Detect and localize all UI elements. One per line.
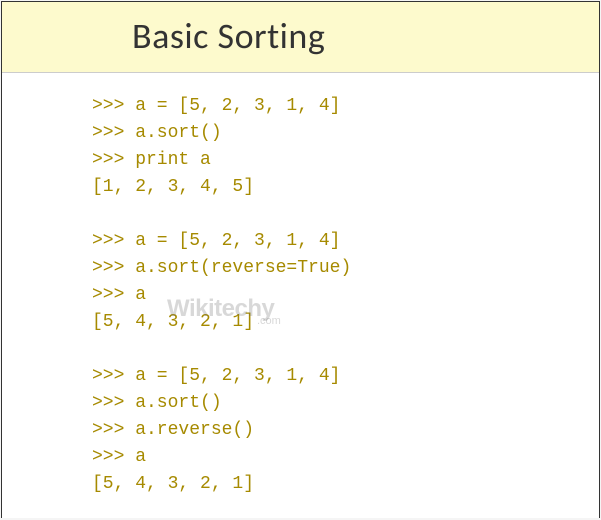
code-line: [5, 4, 3, 2, 1]: [92, 471, 599, 498]
slide-container: Basic Sorting Wikitechy .com >>> a = [5,…: [1, 1, 600, 518]
code-line: >>> a: [92, 444, 599, 471]
code-line: [5, 4, 3, 2, 1]: [92, 309, 599, 336]
blank-line: [92, 201, 599, 228]
code-line: >>> a = [5, 2, 3, 1, 4]: [92, 93, 599, 120]
code-lines-container: >>> a = [5, 2, 3, 1, 4]>>> a.sort()>>> p…: [92, 93, 599, 498]
slide-header: Basic Sorting: [2, 2, 599, 73]
code-line: [1, 2, 3, 4, 5]: [92, 174, 599, 201]
blank-line: [92, 336, 599, 363]
code-line: >>> a.sort(reverse=True): [92, 255, 599, 282]
code-line: >>> a.sort(): [92, 390, 599, 417]
code-line: >>> a = [5, 2, 3, 1, 4]: [92, 228, 599, 255]
code-line: >>> a: [92, 282, 599, 309]
code-line: >>> print a: [92, 147, 599, 174]
code-line: >>> a = [5, 2, 3, 1, 4]: [92, 363, 599, 390]
code-block: Wikitechy .com >>> a = [5, 2, 3, 1, 4]>>…: [2, 73, 599, 518]
code-line: >>> a.reverse(): [92, 417, 599, 444]
slide-title: Basic Sorting: [132, 14, 599, 58]
code-line: >>> a.sort(): [92, 120, 599, 147]
